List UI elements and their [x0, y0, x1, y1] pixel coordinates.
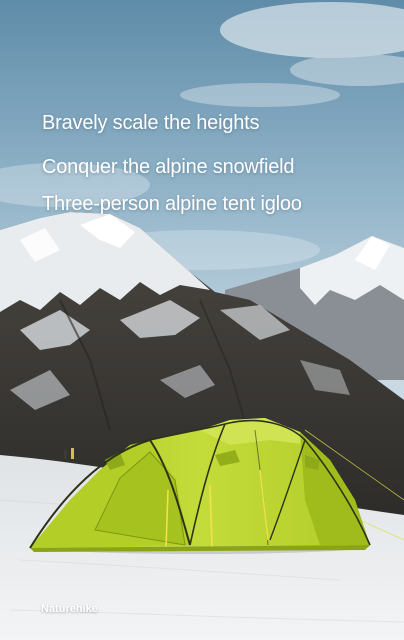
headline-line-3: Three-person alpine tent igloo [42, 193, 302, 215]
headline-line-1: Bravely scale the heights [42, 112, 260, 134]
brand-name: Naturehike [41, 603, 98, 615]
headline-line-2: Conquer the alpine snowfield [42, 156, 295, 178]
mountain-tent-photo [0, 0, 404, 640]
product-poster: Bravely scale the heights Conquer the al… [0, 0, 404, 640]
